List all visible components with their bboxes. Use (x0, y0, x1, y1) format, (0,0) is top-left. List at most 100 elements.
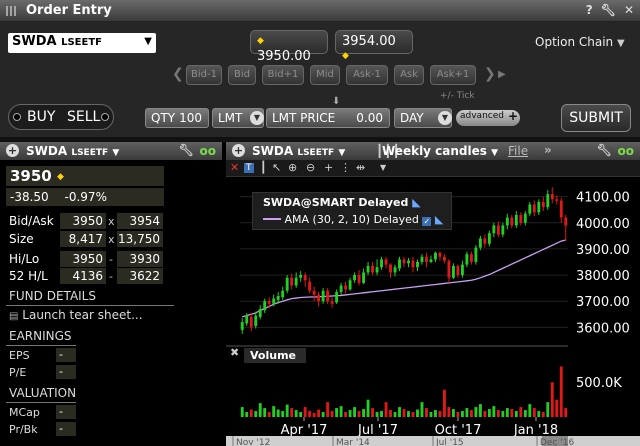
volume-bar (254, 411, 258, 417)
ladder-mid[interactable]: Mid (310, 65, 340, 85)
text-tool-icon[interactable]: T (244, 163, 254, 173)
legend-title: SWDA@SMART Delayed ◣ (263, 196, 421, 209)
y-tick-label: 3800.00 (576, 269, 630, 284)
tif-select[interactable]: DAY ▼ (394, 108, 452, 128)
order-type-select[interactable]: LMT ▼ (212, 108, 264, 128)
settings-icon[interactable]: ◣ (435, 213, 443, 226)
close-volume-icon[interactable]: ✖ (230, 346, 239, 359)
settings-icon[interactable]: ◣ (412, 196, 420, 209)
ladder-ask-plus-1[interactable]: Ask+1 (430, 65, 476, 85)
crosshair-icon[interactable]: + (324, 161, 333, 174)
chevron-down-icon: ▼ (250, 111, 264, 125)
ladder-ask[interactable]: Ask (394, 65, 424, 85)
candle-body (258, 309, 262, 317)
candle (402, 256, 406, 268)
ladder-bid-plus-1[interactable]: Bid+1 (262, 65, 304, 85)
sell-button[interactable]: SELL (67, 109, 100, 125)
help-icon[interactable]: ? (586, 3, 593, 17)
candle (353, 272, 357, 283)
ladder-end-icon[interactable]: ▶ (498, 69, 506, 80)
candle (550, 187, 554, 204)
candle (299, 271, 303, 282)
ladder-ask-minus-1[interactable]: Ask-1 (346, 65, 388, 85)
candle (366, 262, 370, 276)
candle (384, 256, 388, 269)
period-select[interactable]: Weekly candles ▼ (382, 144, 498, 158)
candle-body (308, 281, 312, 291)
file-menu[interactable]: File (508, 144, 528, 158)
candle-body (451, 265, 455, 278)
order-entry-titlebar: Order Entry ? 🔧︎ ✕ (0, 0, 640, 22)
advanced-button[interactable]: advanced + (456, 109, 520, 126)
link-icon[interactable]: oo (618, 144, 635, 158)
volume-bar (285, 404, 289, 417)
diamond-icon: ◆ (342, 51, 349, 61)
candle-body (267, 301, 271, 304)
volume-bar (465, 408, 469, 417)
link-icon[interactable]: oo (200, 144, 217, 158)
down-arrow-icon: ⬇ (332, 96, 341, 107)
limit-price-field[interactable]: LMT PRICE 0.00 (266, 108, 390, 128)
candle-body (254, 315, 258, 327)
cursor-tool-icon[interactable]: ↖ (272, 161, 281, 174)
option-chain-button[interactable]: Option Chain ▼ (535, 35, 625, 49)
chevron-down-icon: ▼ (491, 148, 499, 158)
candle-body (465, 254, 469, 265)
quantity-field[interactable]: QTY 100 (145, 108, 209, 128)
wrench-icon[interactable]: 🔧︎ (601, 3, 616, 17)
volume-bar (272, 406, 276, 417)
ask-price-button[interactable]: 3954.00 ◆ (335, 30, 413, 61)
volume-bar (478, 404, 482, 417)
candle-body (456, 265, 460, 276)
expand-icon[interactable]: » (544, 143, 552, 157)
close-icon[interactable]: ✕ (624, 3, 634, 17)
chart-symbol[interactable]: SWDA LSEETF ▼ (252, 144, 345, 158)
bar-tool-icon[interactable]: ┃ (260, 161, 267, 174)
time-adjust-icon[interactable]: ⇹ (356, 161, 365, 174)
buy-button[interactable]: BUY (27, 109, 55, 125)
ladder-bid[interactable]: Bid (228, 65, 256, 85)
chevron-down-icon: ▼ (616, 38, 625, 49)
radio-icon (13, 113, 21, 121)
add-icon[interactable]: + (232, 144, 245, 157)
ladder-bid-minus-1[interactable]: Bid-1 (186, 65, 222, 85)
ladder-left-arrow-icon[interactable]: ❮ (172, 66, 184, 82)
symbol-select[interactable]: SWDA LSEETF ▼ (8, 33, 156, 53)
eps-value: - (56, 348, 76, 362)
add-icon[interactable]: + (6, 144, 19, 157)
volume-bar (348, 410, 352, 417)
candle (425, 252, 428, 268)
zoom-in-icon[interactable]: ⊕ (288, 161, 297, 174)
tear-sheet-icon: ▤ (9, 311, 19, 322)
launch-tear-sheet-link[interactable]: ▤ Launch tear sheet... (9, 308, 143, 322)
divider (6, 345, 76, 346)
close-icon[interactable]: ✕ (230, 161, 239, 174)
candle (398, 256, 401, 272)
ama-swatch (263, 218, 281, 220)
candle (469, 251, 473, 265)
volume-bar (366, 399, 370, 417)
checkbox-icon[interactable]: ✓ (422, 217, 432, 226)
wrench-icon[interactable]: 🔧︎ (179, 143, 194, 157)
candle-body (550, 194, 554, 200)
candle-body (398, 259, 401, 269)
navigator-label: Mar '14 (336, 438, 370, 446)
candle-body (249, 316, 253, 328)
volume-bar (429, 412, 433, 417)
bid-price-button[interactable]: ◆ 3950.00 (250, 30, 328, 64)
buy-sell-toggle[interactable]: BUY SELL (8, 104, 114, 130)
zoom-out-icon[interactable]: ⊖ (306, 161, 315, 174)
candle (290, 273, 294, 290)
bid-ask-sep: x (108, 215, 115, 228)
quote-symbol[interactable]: SWDA LSEETF ▼ (26, 144, 119, 158)
volume-bar (541, 412, 545, 417)
draw-tool-icon[interactable]: ⋮ (340, 161, 351, 174)
ladder-right-arrow-icon[interactable]: ❯ (484, 66, 496, 82)
candle-body (416, 262, 419, 268)
wrench-icon[interactable]: 🔧︎ (597, 143, 612, 157)
submit-button[interactable]: SUBMIT (561, 104, 631, 132)
chart-exchange-text: LSEETF (297, 148, 335, 158)
drag-grip-icon[interactable] (6, 6, 18, 16)
volume-bar (416, 409, 419, 417)
candle-body (501, 225, 505, 235)
